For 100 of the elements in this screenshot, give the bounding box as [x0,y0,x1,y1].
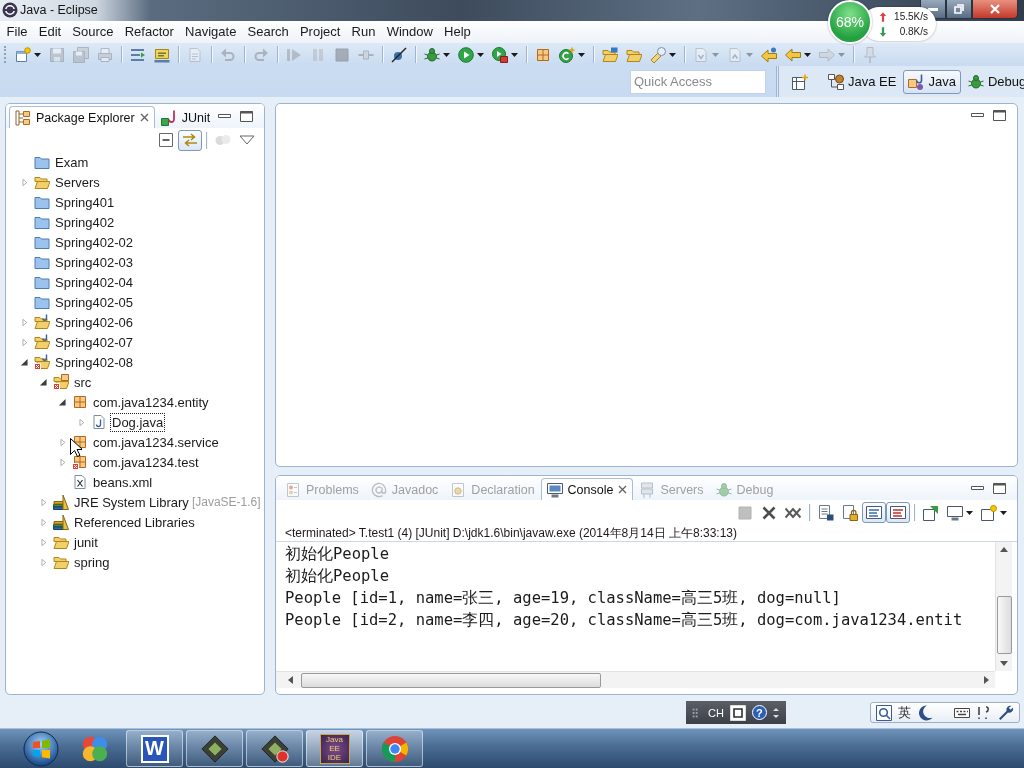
horizontal-scrollbar[interactable] [276,671,995,688]
tree-item[interactable]: spring [72,552,112,572]
tree-item[interactable]: beans.xml [91,472,155,492]
menu-item[interactable]: Refactor [119,23,180,41]
tree-item[interactable]: JRE System Library [72,492,191,512]
view-tab[interactable]: Console [540,478,634,500]
close-icon[interactable] [618,485,628,494]
folder-icon [53,534,69,550]
tree-item[interactable]: Spring402 [53,212,117,232]
close-button[interactable] [972,0,1018,19]
close-icon [990,4,1000,14]
java-project-icon [34,314,50,330]
tree-item[interactable]: Dog.java [110,412,166,432]
tree-toggle-icon[interactable] [39,378,47,386]
tree-toggle-icon[interactable] [58,437,66,447]
vertical-scrollbar[interactable] [995,542,1012,671]
library-icon [53,494,69,510]
tree-item[interactable]: Referenced Libraries [72,512,197,532]
tree-item[interactable]: Spring402-05 [53,292,136,312]
menu-item[interactable]: Help [438,23,477,41]
taskbar-button[interactable]: W [126,730,183,767]
download-speed: 0.8K/s [899,25,928,39]
menu-item[interactable]: Navigate [179,23,242,41]
folder-icon [34,234,50,250]
tree-toggle-icon[interactable] [58,398,66,406]
maximize-icon[interactable] [240,110,253,122]
tree-item[interactable]: Spring402-02 [53,232,136,252]
x-icon [761,504,777,521]
tree-item[interactable]: Spring402-03 [53,252,136,272]
scroll-up-icon[interactable] [1000,547,1008,552]
tree-toggle-icon[interactable] [77,417,85,427]
tree-item[interactable]: com.java1234.test [91,452,201,472]
scrollbar-thumb[interactable] [996,596,1012,654]
menu-item[interactable]: Run [346,23,382,41]
java-project-icon [34,334,50,350]
tree-item[interactable]: Servers [53,172,102,192]
logo-tile: Java EE IDE [319,733,350,764]
taskbar-button[interactable] [246,730,303,767]
text-lines-icon [130,46,146,63]
tree-toggle-icon[interactable] [20,358,28,366]
menu-item[interactable]: Window [381,23,439,41]
close-icon[interactable] [139,113,149,122]
link-button[interactable] [178,129,202,151]
ime-logo-icon [876,704,892,721]
open-folder-icon [34,174,50,190]
console-status-line: <terminated> T.test1 (4) [JUnit] D:\jdk1.6\bin\javaw.exe (2014年8月14日 上午8:33:13) [276,525,1017,542]
maximize-icon[interactable] [993,482,1006,494]
at-sign-icon [370,481,387,498]
tree-toggle-icon[interactable] [20,177,28,187]
menu-item[interactable]: Edit [33,23,67,41]
expand-arrows-icon[interactable] [772,706,779,719]
tree-item[interactable]: Spring402-04 [53,272,136,292]
menu-item[interactable]: Search [241,23,295,41]
tree-toggle-icon[interactable] [20,317,28,327]
folder-icon [34,274,50,290]
taskbar-button[interactable]: Java EE IDE [306,730,363,767]
tree-toggle-icon[interactable] [39,537,47,547]
document-icon [187,46,203,63]
tricolor-circle-icon [379,733,410,764]
language-indicator[interactable]: CH [708,706,724,719]
run-icon [458,46,474,63]
menu-item[interactable]: File [1,23,34,41]
tree-item[interactable]: com.java1234.entity [91,392,211,412]
tree-toggle-icon[interactable] [20,337,28,347]
maximize-button[interactable] [946,0,972,19]
bug-icon [424,46,440,63]
tree-item[interactable]: Exam [53,152,91,172]
tree-item[interactable]: Spring402-08 [53,352,136,372]
open-folder-icon [602,46,618,63]
tree-toggle-icon[interactable] [39,497,47,507]
tree-toggle-icon[interactable] [39,517,47,527]
scroll-left-icon[interactable] [288,676,293,684]
tree-item[interactable]: Spring402-06 [53,312,136,332]
redo-icon [253,46,269,63]
menu-item[interactable]: Project [294,23,346,41]
scrollbar-thumb[interactable] [301,672,601,688]
tree-item[interactable]: Spring402-07 [53,332,136,352]
tree-toggle-icon[interactable] [39,557,47,567]
tree-item[interactable]: Spring401 [53,192,117,212]
menu-item[interactable]: Source [66,23,120,41]
tree-toggle-icon[interactable] [58,457,66,467]
start-button[interactable] [21,729,61,768]
view-tab[interactable]: Package Explorer [9,106,155,128]
tree-item[interactable]: junit [72,532,100,552]
perspective-button[interactable]: Java [903,69,961,94]
scroll-right-icon[interactable] [984,676,989,684]
stderr-button[interactable] [886,502,910,523]
page-arrow-down-icon [693,46,709,63]
stdout-button[interactable] [862,502,886,523]
tree-item[interactable]: com.java1234.service [91,432,221,452]
tree-item[interactable]: src [72,372,94,392]
input-mode-indicator[interactable]: 英 [898,703,911,722]
taskbar-button[interactable] [186,730,243,767]
taskbar-button[interactable] [366,730,423,767]
view-tab[interactable]: JUnit [154,106,217,128]
perspective-button[interactable]: Java EE [823,69,902,94]
scroll-down-icon[interactable] [1000,661,1008,666]
quick-access-field[interactable]: Quick Access [630,69,766,94]
help-button[interactable]: ? [751,705,767,720]
maximize-icon[interactable] [993,109,1006,121]
